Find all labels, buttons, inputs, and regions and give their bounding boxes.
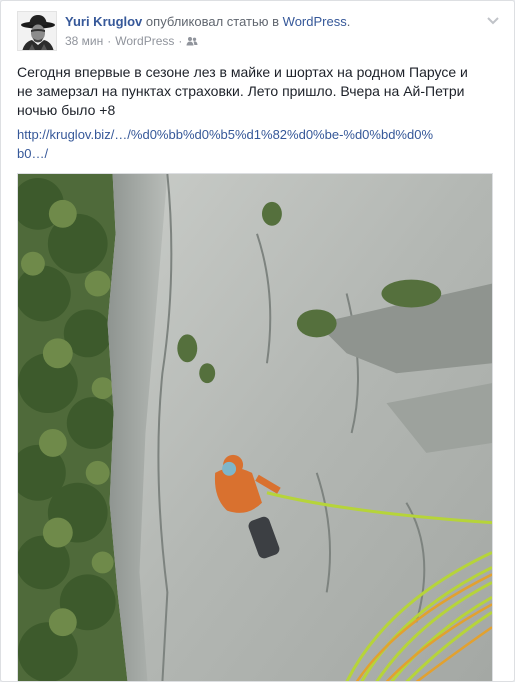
post-source[interactable]: WordPress: [115, 33, 174, 49]
author-link[interactable]: Yuri Kruglov: [65, 14, 142, 29]
post-text: Сегодня впервые в сезоне лез в майке и ш…: [17, 64, 468, 118]
post-timestamp[interactable]: 38 мин: [65, 33, 103, 49]
chevron-down-icon[interactable]: [484, 11, 502, 29]
post-action-text: опубликовал статью в: [145, 14, 280, 29]
post-headline: Yuri Kruglov опубликовал статью в WordPr…: [65, 13, 350, 31]
meta-separator: ·: [107, 34, 112, 48]
avatar-image: [18, 12, 56, 50]
post-photo[interactable]: [17, 173, 493, 681]
post-card: Yuri Kruglov опубликовал статью в WordPr…: [0, 0, 515, 682]
post-header: Yuri Kruglov опубликовал статью в WordPr…: [17, 11, 499, 55]
post-meta: 38 мин · WordPress ·: [65, 33, 198, 49]
climbing-photo-image: [18, 174, 492, 681]
wordpress-link[interactable]: WordPress: [283, 14, 347, 29]
headline-period: .: [346, 14, 351, 29]
avatar[interactable]: [17, 11, 57, 51]
post-link[interactable]: http://kruglov.biz/…/%d0%bb%d0%b5%d1%82%…: [17, 125, 437, 163]
meta-separator: ·: [178, 34, 183, 48]
friends-icon[interactable]: [186, 36, 198, 46]
